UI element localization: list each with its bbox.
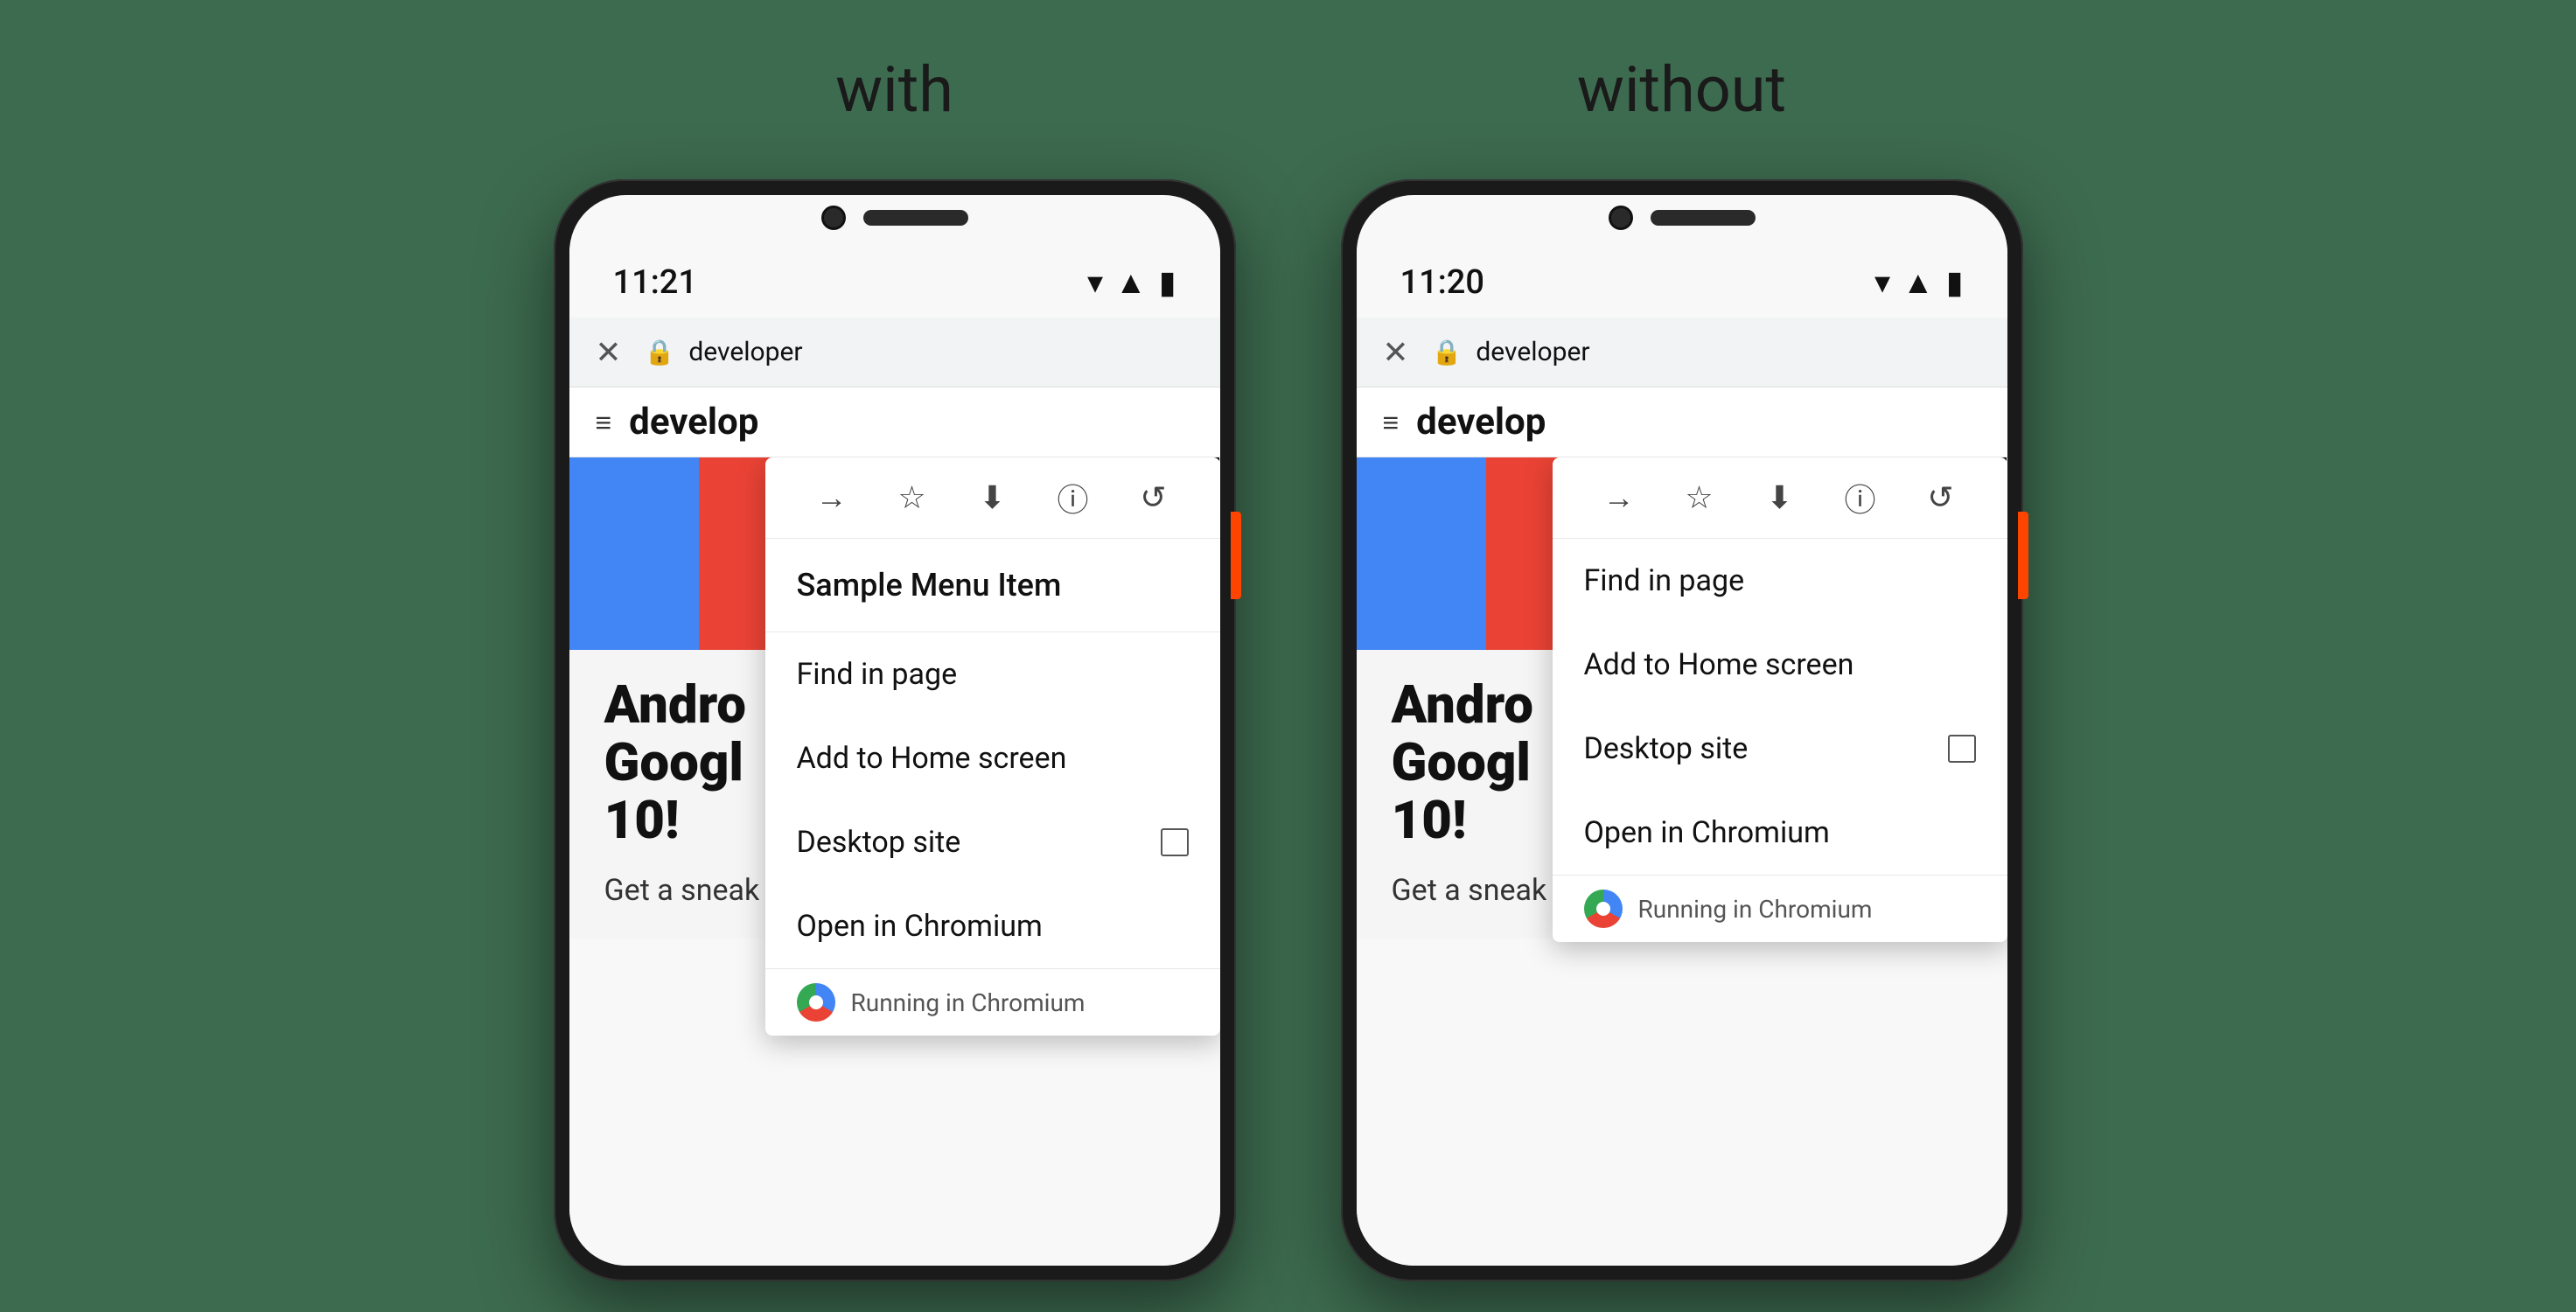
right-running-footer: Running in Chromium xyxy=(1553,875,2007,942)
right-status-bar: 11:20 ▾ ▲ ▮ xyxy=(1357,248,2007,318)
left-browser-toolbar: ✕ 🔒 developer xyxy=(569,318,1220,387)
right-dropdown-download-icon[interactable]: ⬇ xyxy=(1754,479,1806,516)
right-dropdown-forward-icon[interactable]: → xyxy=(1593,479,1645,516)
right-dropdown-open-chromium[interactable]: Open in Chromium xyxy=(1553,791,2007,875)
left-status-icons: ▾ ▲ ▮ xyxy=(1087,264,1176,301)
right-chromium-icon xyxy=(1584,890,1623,928)
left-dropdown-toolbar: → ☆ ⬇ ⓘ ↺ xyxy=(765,457,1220,539)
left-signal-icon: ▲ xyxy=(1115,264,1147,301)
right-bar-blue xyxy=(1357,457,1487,650)
left-speaker xyxy=(863,210,968,226)
right-browser-content: AndroGoogl10! Get a sneak peek at the An… xyxy=(1357,457,2007,1266)
left-dropdown-menu[interactable]: → ☆ ⬇ ⓘ ↺ Sample Menu Item xyxy=(765,457,1220,1036)
right-speaker xyxy=(1651,210,1756,226)
left-dropdown-find-in-page[interactable]: Find in page xyxy=(765,632,1220,716)
right-wifi-icon: ▾ xyxy=(1874,264,1890,301)
right-dropdown-menu[interactable]: → ☆ ⬇ ⓘ ↺ Find in page xyxy=(1553,457,2007,942)
left-desktop-site-checkbox[interactable] xyxy=(1161,828,1189,856)
left-bar-blue xyxy=(569,457,700,650)
right-close-icon[interactable]: ✕ xyxy=(1374,334,1418,371)
right-dropdown-toolbar: → ☆ ⬇ ⓘ ↺ xyxy=(1553,457,2007,539)
left-battery-icon: ▮ xyxy=(1159,264,1176,301)
left-site-title: develop xyxy=(629,401,758,443)
left-wifi-icon: ▾ xyxy=(1087,264,1103,301)
left-phone-inner: 11:21 ▾ ▲ ▮ ✕ 🔒 developer xyxy=(569,195,1220,1266)
right-browser-toolbar: ✕ 🔒 developer xyxy=(1357,318,2007,387)
left-dropdown-info-icon[interactable]: ⓘ xyxy=(1047,475,1100,520)
right-battery-icon: ▮ xyxy=(1946,264,1964,301)
right-camera xyxy=(1609,206,1633,230)
right-dropdown-info-icon[interactable]: ⓘ xyxy=(1834,475,1887,520)
right-dropdown-refresh-icon[interactable]: ↺ xyxy=(1915,479,1967,516)
right-dropdown-desktop-site[interactable]: Desktop site xyxy=(1553,707,2007,791)
left-menu-bar: ≡ develop xyxy=(569,387,1220,457)
left-sample-menu-item[interactable]: Sample Menu Item xyxy=(765,539,1220,632)
left-dropdown-forward-icon[interactable]: → xyxy=(806,479,858,516)
left-hamburger-icon[interactable]: ≡ xyxy=(596,406,612,439)
left-lock-icon: 🔒 xyxy=(645,338,675,366)
left-chromium-icon xyxy=(797,983,835,1022)
right-hamburger-icon[interactable]: ≡ xyxy=(1383,406,1400,439)
left-camera xyxy=(821,206,846,230)
right-dropdown-find-in-page[interactable]: Find in page xyxy=(1553,539,2007,623)
left-dropdown-open-chromium[interactable]: Open in Chromium xyxy=(765,884,1220,968)
right-url-bar[interactable]: developer xyxy=(1476,337,1989,367)
left-browser-content: AndroGoogl10! Get a sneak peek at the An… xyxy=(569,457,1220,1266)
right-phone-frame: 11:20 ▾ ▲ ▮ ✕ 🔒 developer xyxy=(1341,179,2023,1281)
right-dropdown-add-home[interactable]: Add to Home screen xyxy=(1553,623,2007,707)
right-phone-top-bar xyxy=(1609,206,1756,230)
left-dropdown-download-icon[interactable]: ⬇ xyxy=(967,479,1019,516)
right-menu-bar: ≡ develop xyxy=(1357,387,2007,457)
right-lock-icon: 🔒 xyxy=(1432,338,1463,366)
left-phone-screen: 11:21 ▾ ▲ ▮ ✕ 🔒 developer xyxy=(569,195,1220,1266)
left-running-text: Running in Chromium xyxy=(851,988,1086,1017)
left-phone-frame: 11:21 ▾ ▲ ▮ ✕ 🔒 developer xyxy=(554,179,1236,1281)
comparison-container: with 11:21 ▾ ▲ ▮ xyxy=(0,0,2576,1281)
right-dropdown-star-icon[interactable]: ☆ xyxy=(1673,479,1726,516)
left-panel: with 11:21 ▾ ▲ ▮ xyxy=(554,52,1236,1281)
right-phone-inner: 11:20 ▾ ▲ ▮ ✕ 🔒 developer xyxy=(1357,195,2007,1266)
left-status-time: 11:21 xyxy=(613,263,697,302)
right-site-title: develop xyxy=(1416,401,1546,443)
left-close-icon[interactable]: ✕ xyxy=(587,334,631,371)
left-dropdown-star-icon[interactable]: ☆ xyxy=(886,479,939,516)
right-desktop-site-checkbox[interactable] xyxy=(1948,735,1976,763)
right-signal-icon: ▲ xyxy=(1902,264,1934,301)
left-panel-label: with xyxy=(835,52,953,127)
right-side-button xyxy=(2018,512,2028,599)
right-status-time: 11:20 xyxy=(1400,263,1484,302)
left-side-button xyxy=(1231,512,1241,599)
right-panel: without 11:20 ▾ ▲ ▮ xyxy=(1341,52,2023,1281)
left-dropdown-add-home[interactable]: Add to Home screen xyxy=(765,716,1220,800)
right-panel-label: without xyxy=(1577,52,1786,127)
left-status-bar: 11:21 ▾ ▲ ▮ xyxy=(569,248,1220,318)
left-url-bar[interactable]: developer xyxy=(688,337,1202,367)
right-running-text: Running in Chromium xyxy=(1638,895,1873,924)
left-dropdown-desktop-site[interactable]: Desktop site xyxy=(765,800,1220,884)
left-phone-top-bar xyxy=(821,206,968,230)
right-status-icons: ▾ ▲ ▮ xyxy=(1874,264,1964,301)
left-running-footer: Running in Chromium xyxy=(765,968,1220,1036)
right-phone-screen: 11:20 ▾ ▲ ▮ ✕ 🔒 developer xyxy=(1357,195,2007,1266)
left-dropdown-refresh-icon[interactable]: ↺ xyxy=(1127,479,1180,516)
